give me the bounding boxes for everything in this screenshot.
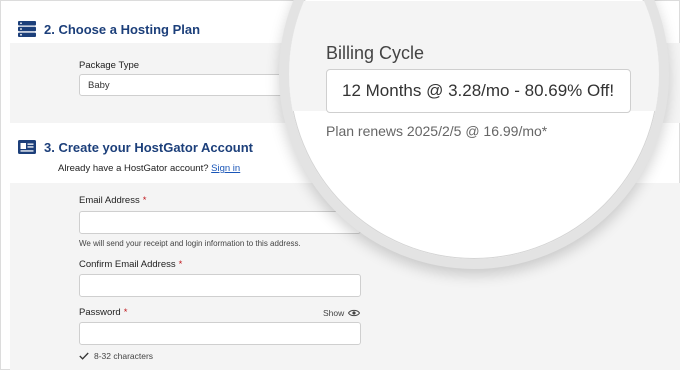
section-hosting-plan-title: 2. Choose a Hosting Plan <box>44 21 201 37</box>
package-type-label: Package Type <box>79 60 140 71</box>
section-account-title: 3. Create your HostGator Account <box>44 139 254 155</box>
account-prompt-text: Already have a HostGator account? <box>58 163 209 174</box>
confirm-email-label-text: Confirm Email Address <box>79 259 176 270</box>
password-rule-text: 8-32 characters <box>94 351 154 361</box>
sign-in-link[interactable]: Sign in <box>211 163 240 174</box>
checkmark-icon <box>79 352 89 360</box>
server-icon <box>18 21 36 37</box>
eye-icon <box>348 309 361 317</box>
section-account-header: 3. Create your HostGator Account <box>18 137 253 157</box>
required-marker: * <box>123 307 128 318</box>
email-label: Email Address * <box>79 195 146 206</box>
show-password-label: Show <box>323 308 345 318</box>
show-password-toggle[interactable]: Show <box>323 308 361 318</box>
billing-cycle-value: 12 Months @ 3.28/mo - 80.69% Off! <box>342 81 615 100</box>
email-help-text: We will send your receipt and login info… <box>79 239 301 248</box>
password-rule: 8-32 characters <box>79 351 153 361</box>
section-hosting-plan-header: 2. Choose a Hosting Plan <box>18 19 200 39</box>
required-marker: * <box>178 259 183 270</box>
account-prompt: Already have a HostGator account? Sign i… <box>58 163 240 174</box>
password-label-text: Password <box>79 307 121 318</box>
confirm-email-input[interactable] <box>79 274 361 297</box>
package-type-select[interactable]: Baby <box>79 74 309 96</box>
confirm-email-label: Confirm Email Address * <box>79 259 182 270</box>
magnifier-lens: Billing Cycle 12 Months @ 3.28/mo - 80.6… <box>279 0 669 269</box>
package-type-value: Baby <box>88 79 110 91</box>
password-input[interactable] <box>79 322 361 345</box>
billing-cycle-label: Billing Cycle <box>326 43 425 63</box>
password-label: Password * <box>79 307 127 318</box>
id-card-icon <box>18 140 36 154</box>
required-marker: * <box>142 195 147 206</box>
billing-cycle-select[interactable]: 12 Months @ 3.28/mo - 80.69% Off! <box>326 69 631 113</box>
plan-renewal-note: Plan renews 2025/2/5 @ 16.99/mo* <box>326 123 548 139</box>
email-label-text: Email Address <box>79 195 140 206</box>
